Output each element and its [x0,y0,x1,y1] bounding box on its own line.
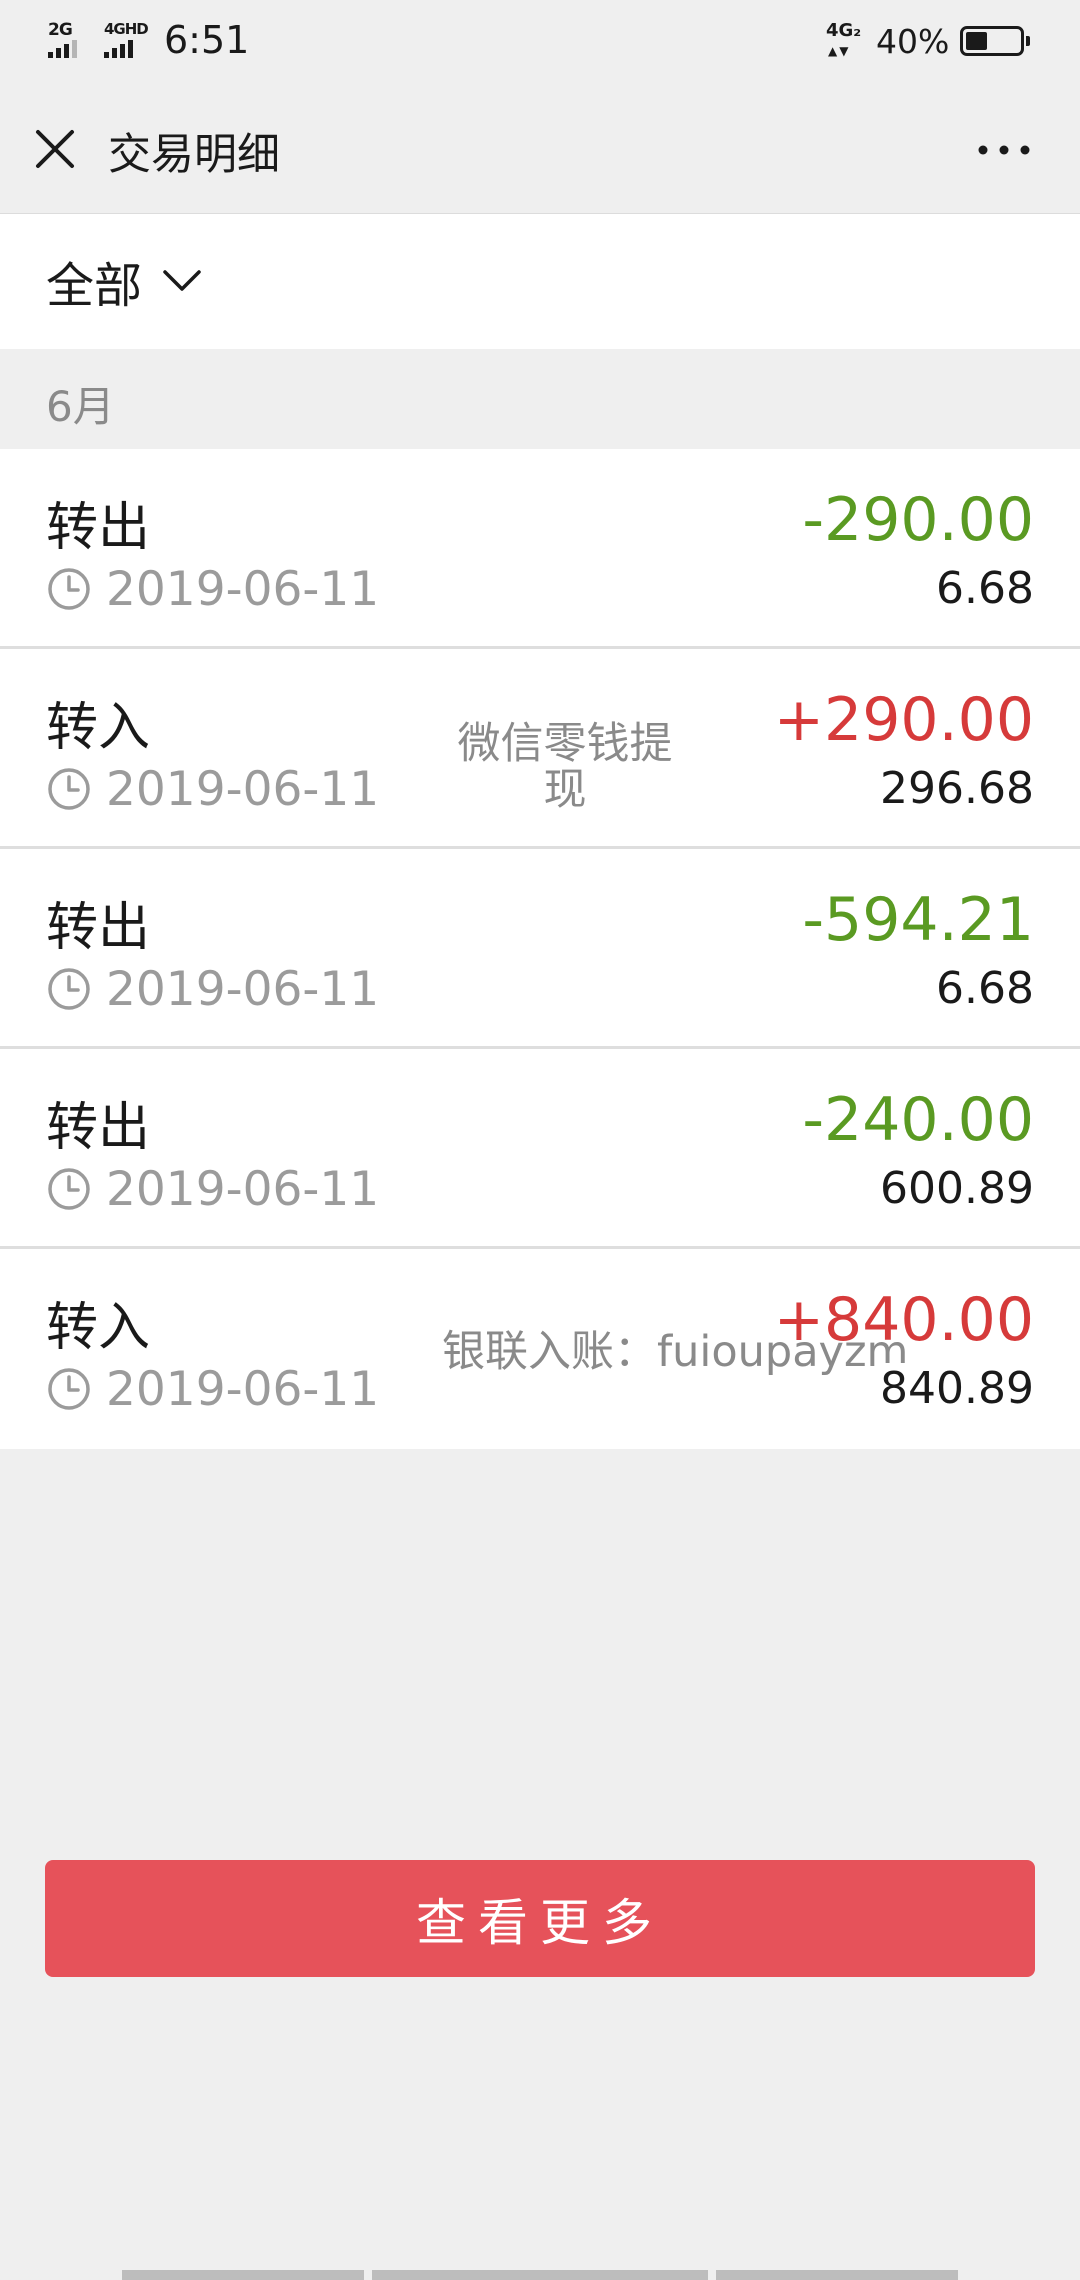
nav-hint-bar [716,2270,958,2280]
transaction-row[interactable]: 转入 2019-06-11 银联入账：fuioupayzmid54330 +84… [0,1249,1080,1449]
more-icon [978,145,1030,155]
title-bar: 交易明细 [0,86,1080,214]
transaction-balance: 840.89 [878,1363,1034,1414]
transaction-date: 2019-06-11 [106,761,380,817]
transaction-row[interactable]: 转出 2019-06-11 -594.21 6.68 [0,849,1080,1049]
view-more-button[interactable]: 查看更多 [45,1860,1035,1977]
transaction-date: 2019-06-11 [106,1361,380,1417]
transaction-list: 转出 2019-06-11 -290.00 6.68 转入 2019-06-11… [0,449,1080,1449]
transaction-type: 转出 [46,898,151,958]
page-title: 交易明细 [108,130,280,180]
month-label: 6月 [46,382,115,431]
sim1-signal-icon: 2G [46,20,86,60]
transaction-date-group: 2019-06-11 [46,1361,379,1417]
transaction-note: 微信零钱提现 [457,719,673,815]
transaction-amount: -290.00 [802,485,1034,555]
month-header: 6月 [0,349,1080,449]
transaction-amount: +290.00 [773,685,1034,755]
transaction-date: 2019-06-11 [106,961,380,1017]
transaction-row[interactable]: 转出 2019-06-11 -240.00 600.89 [0,1049,1080,1249]
transaction-balance: 296.68 [878,763,1034,814]
clock-icon [48,1368,90,1410]
network-icon: 4G₂ ▲▼ [826,20,862,58]
status-time: 6:51 [164,18,250,62]
network-label: 4G₂ [826,20,862,41]
clock-icon [48,568,90,610]
battery-percent: 40% [876,22,950,61]
sim1-label: 2G [48,20,73,40]
clock-icon [48,1168,90,1210]
battery-fill [966,32,987,50]
transaction-row[interactable]: 转入 2019-06-11 微信零钱提现 +290.00 296.68 [0,649,1080,849]
clock-icon [48,968,90,1010]
nav-hint-bar [372,2270,708,2280]
transaction-date-group: 2019-06-11 [46,1161,379,1217]
transaction-type: 转出 [46,498,151,558]
transaction-balance: 600.89 [878,1163,1034,1214]
transaction-type: 转入 [46,698,151,758]
transaction-date-group: 2019-06-11 [46,761,379,817]
view-more-label: 查看更多 [416,1893,664,1952]
transaction-balance: 6.68 [934,963,1034,1014]
transaction-amount: -594.21 [802,885,1034,955]
close-icon [36,130,74,168]
chevron-down-icon [163,270,201,291]
sim2-signal-icon: 4GHD [102,20,149,60]
transaction-balance: 6.68 [934,563,1034,614]
transaction-date: 2019-06-11 [106,1161,380,1217]
battery-icon [960,26,1030,56]
clock-icon [48,768,90,810]
transaction-amount: +840.00 [773,1285,1034,1355]
transaction-type: 转入 [46,1298,151,1358]
transaction-row[interactable]: 转出 2019-06-11 -290.00 6.68 [0,449,1080,649]
nav-hint-bar [122,2270,364,2280]
filter-label: 全部 [46,258,143,314]
filter-bar: 全部 [0,214,1080,349]
sim2-label: 4GHD [104,20,149,38]
close-button[interactable] [26,120,84,178]
transaction-date: 2019-06-11 [106,561,380,617]
transaction-amount: -240.00 [802,1085,1034,1155]
status-bar: 2G 4GHD 6:51 4G₂ ▲▼ 40% [0,0,1080,86]
transaction-date-group: 2019-06-11 [46,961,379,1017]
transaction-date-group: 2019-06-11 [46,561,379,617]
filter-dropdown[interactable]: 全部 [46,246,202,316]
more-button[interactable] [970,128,1038,172]
transaction-type: 转出 [46,1098,151,1158]
